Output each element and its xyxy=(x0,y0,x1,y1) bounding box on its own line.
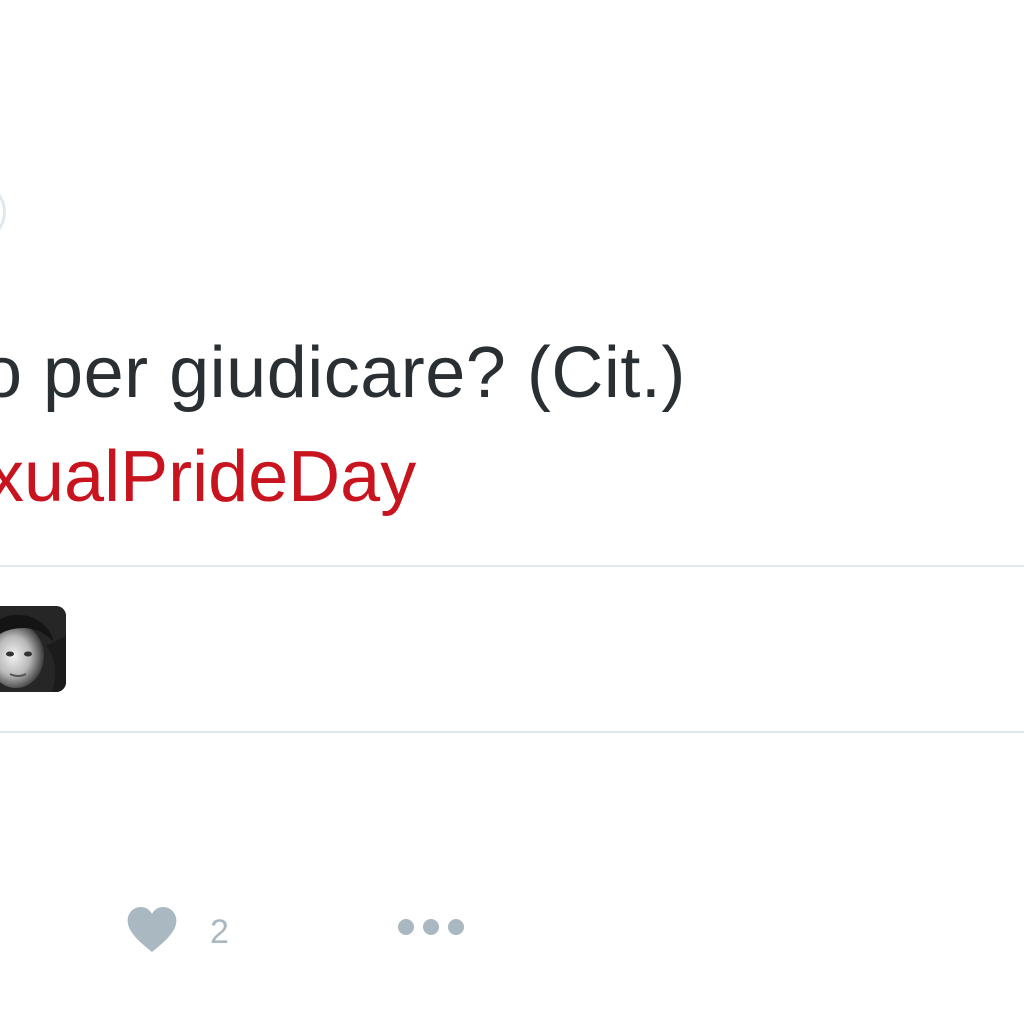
like-count: 2 xyxy=(210,913,229,951)
tweet-text-line: o per giudicare? (Cit.) xyxy=(0,333,686,413)
divider xyxy=(0,731,1024,733)
tweet-actions: 2 xyxy=(0,890,1024,980)
more-dots-icon[interactable] xyxy=(396,917,466,937)
tweet-detail-page: o per giudicare? (Cit.) xualPrideDay 2 xyxy=(0,0,1024,1024)
liker-avatar[interactable] xyxy=(0,606,66,692)
hashtag-link[interactable]: xualPrideDay xyxy=(0,430,416,524)
tweet-text: o per giudicare? (Cit.) xyxy=(0,326,686,420)
author-avatar[interactable] xyxy=(0,182,8,242)
user-avatar-photo-icon xyxy=(0,606,66,692)
divider xyxy=(0,565,1024,567)
heart-icon[interactable] xyxy=(126,906,178,954)
